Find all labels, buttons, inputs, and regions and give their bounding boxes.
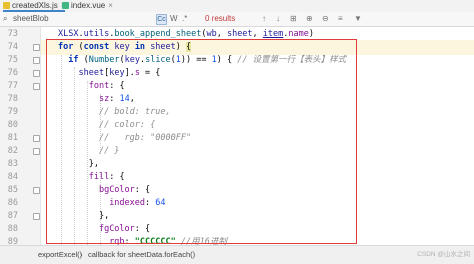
fold-icon[interactable] <box>33 148 40 155</box>
line-number: 88 <box>7 224 18 234</box>
line-number: 81 <box>7 133 18 143</box>
line-number: 85 <box>7 185 18 195</box>
fold-icon[interactable] <box>33 83 40 90</box>
previous-match-icon[interactable]: ↑ <box>262 12 266 26</box>
tab-index-vue[interactable]: index.vue × <box>62 0 113 12</box>
line-number: 80 <box>7 120 18 130</box>
select-all-icon[interactable]: ⊞ <box>290 12 297 26</box>
breadcrumb: exportExcel() › callback for sheetData.f… <box>0 245 474 264</box>
line-number: 76 <box>7 68 18 78</box>
results-count: 0 results <box>205 14 236 23</box>
regex-toggle[interactable]: .* <box>182 12 187 26</box>
tab-label: index.vue <box>71 1 106 10</box>
watermark: CSDN @山水之间 <box>417 251 470 258</box>
line-number: 79 <box>7 107 18 117</box>
next-match-icon[interactable]: ↓ <box>276 12 280 26</box>
find-bar: ⌕ sheetBlob Cc W .* 0 results ↑ ↓ ⊞ ⊕ ⊖ … <box>0 12 474 27</box>
annotation-box <box>46 39 357 244</box>
line-number: 84 <box>7 172 18 182</box>
tab-createdxls[interactable]: createdXls.js× <box>3 0 66 12</box>
close-icon[interactable]: × <box>108 1 113 10</box>
fold-icon[interactable] <box>33 187 40 194</box>
breadcrumb-item[interactable]: callback for sheetData.forEach() <box>88 246 195 264</box>
line-number: 82 <box>7 146 18 156</box>
breadcrumb-separator: › <box>80 250 83 259</box>
match-case-toggle[interactable]: Cc <box>156 12 167 26</box>
js-file-icon <box>3 2 10 9</box>
line-number: 77 <box>7 81 18 91</box>
search-input[interactable]: sheetBlob <box>13 12 143 26</box>
add-selection-icon[interactable]: ⊕ <box>306 12 313 26</box>
whole-word-toggle[interactable]: W <box>170 12 178 26</box>
line-number: 78 <box>7 94 18 104</box>
select-occurrences-icon[interactable]: ≡ <box>338 12 343 26</box>
fold-icon[interactable] <box>33 44 40 51</box>
filter-icon[interactable]: ▼ <box>354 12 362 26</box>
fold-icon[interactable] <box>33 213 40 220</box>
code-editor[interactable]: 73 74 75 76 77 78 79 80 81 82 83 84 85 8… <box>0 27 474 247</box>
line-number: 74 <box>7 42 18 52</box>
search-icon: ⌕ <box>3 14 8 23</box>
fold-icon[interactable] <box>33 70 40 77</box>
breadcrumb-item[interactable]: exportExcel() <box>38 246 82 264</box>
remove-selection-icon[interactable]: ⊖ <box>322 12 329 26</box>
line-number: 86 <box>7 198 18 208</box>
line-number: 75 <box>7 55 18 65</box>
line-number: 83 <box>7 159 18 169</box>
fold-icon[interactable] <box>33 135 40 142</box>
tab-label: createdXls.js <box>12 1 58 10</box>
line-number: 73 <box>7 29 18 39</box>
line-number: 87 <box>7 211 18 221</box>
vue-file-icon <box>62 2 69 9</box>
line-gutter: 73 74 75 76 77 78 79 80 81 82 83 84 85 8… <box>0 27 41 247</box>
fold-icon[interactable] <box>33 57 40 64</box>
